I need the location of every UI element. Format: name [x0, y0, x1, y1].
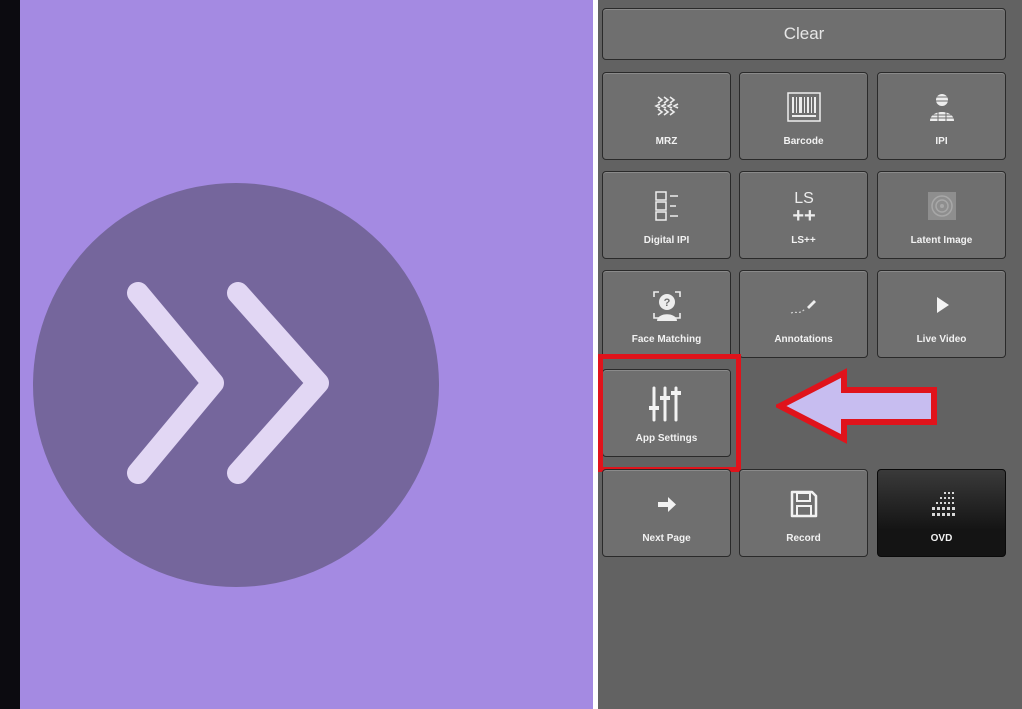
- double-chevron-right-icon: [127, 282, 329, 484]
- latent-image-icon: [878, 184, 1005, 228]
- arrow-left-callout-icon: [776, 368, 937, 444]
- svg-text:?: ?: [663, 297, 670, 309]
- mrz-button[interactable]: MRZ: [602, 72, 731, 160]
- arrow-right-icon: [603, 482, 730, 526]
- annotations-icon: [740, 283, 867, 327]
- face-matching-label: Face Matching: [631, 334, 702, 345]
- face-matching-button[interactable]: ? Face Matching: [602, 270, 731, 358]
- ls-plus-plus-icon: LS ++: [740, 184, 867, 228]
- ovd-label: OVD: [930, 533, 953, 544]
- tools-panel: Clear MRZ Barcode IPI Digital IPI LS ++ …: [598, 0, 1022, 709]
- floppy-disk-icon: [740, 482, 867, 526]
- clear-button[interactable]: Clear: [602, 8, 1006, 60]
- ovd-dot-grid-icon: [878, 482, 1005, 526]
- ipi-button[interactable]: IPI: [877, 72, 1006, 160]
- expand-menu-button[interactable]: [33, 183, 439, 587]
- barcode-label: Barcode: [783, 136, 824, 147]
- face-matching-icon: ?: [603, 283, 730, 327]
- play-icon: [878, 283, 1005, 327]
- barcode-icon: [740, 85, 867, 129]
- highlight-box: [598, 354, 741, 472]
- mrz-label: MRZ: [655, 136, 678, 147]
- annotations-button[interactable]: Annotations: [739, 270, 868, 358]
- left-panel: [0, 0, 593, 709]
- ls-plus-plus-label: LS++: [791, 235, 816, 246]
- next-page-button[interactable]: Next Page: [602, 469, 731, 557]
- digital-ipi-label: Digital IPI: [643, 235, 690, 246]
- screen-edge: [0, 0, 20, 709]
- annotations-label: Annotations: [774, 334, 833, 345]
- digital-ipi-icon: [603, 184, 730, 228]
- digital-ipi-button[interactable]: Digital IPI: [602, 171, 731, 259]
- record-label: Record: [786, 533, 821, 544]
- mrz-icon: [603, 85, 730, 129]
- ipi-icon: [878, 85, 1005, 129]
- next-page-label: Next Page: [642, 533, 691, 544]
- latent-image-label: Latent Image: [910, 235, 973, 246]
- live-video-label: Live Video: [916, 334, 967, 345]
- latent-image-button[interactable]: Latent Image: [877, 171, 1006, 259]
- live-video-button[interactable]: Live Video: [877, 270, 1006, 358]
- barcode-button[interactable]: Barcode: [739, 72, 868, 160]
- ls-plus-plus-button[interactable]: LS ++ LS++: [739, 171, 868, 259]
- ovd-button[interactable]: OVD: [877, 469, 1006, 557]
- record-button[interactable]: Record: [739, 469, 868, 557]
- ipi-label: IPI: [935, 136, 948, 147]
- svg-text:++: ++: [792, 205, 815, 224]
